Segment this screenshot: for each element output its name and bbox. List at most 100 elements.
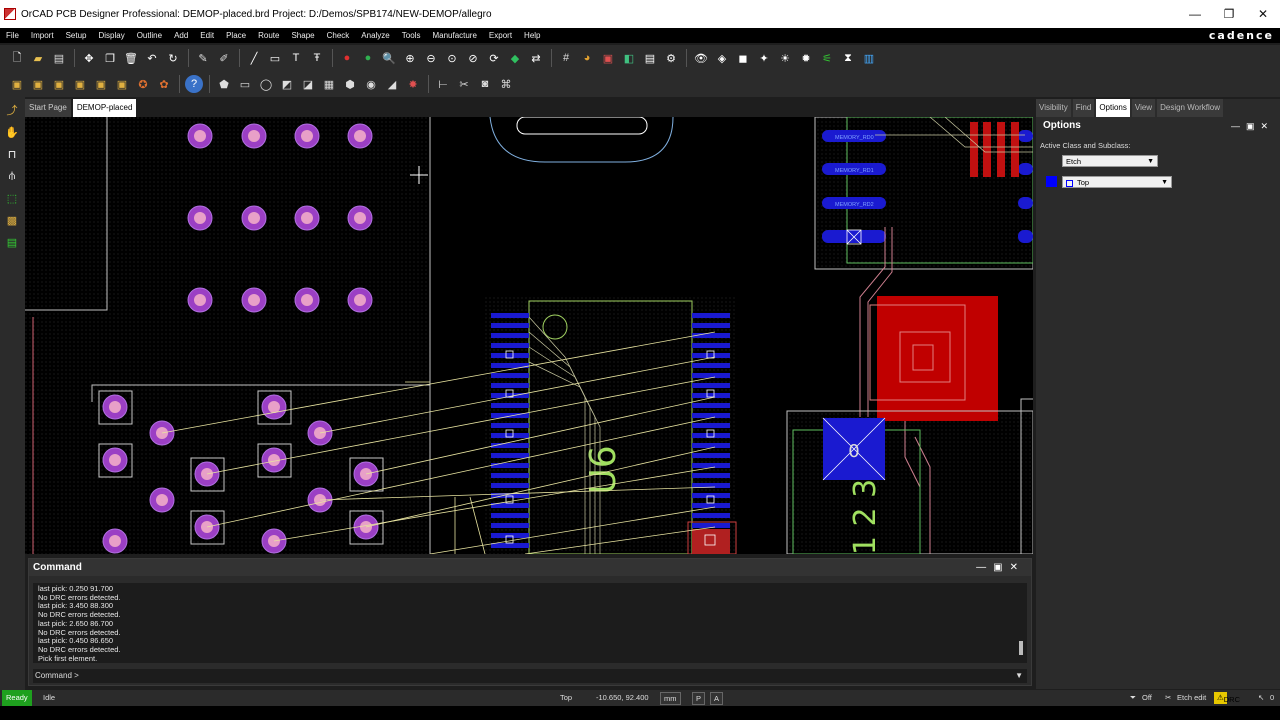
minimize-button[interactable]: — [1178, 0, 1212, 28]
snapshot-icon[interactable]: ◙ [476, 75, 494, 93]
class-select[interactable]: Etch ▼ [1062, 155, 1158, 167]
trim-icon[interactable]: ✂ [455, 75, 473, 93]
zoom-in-icon[interactable]: ⊕ [401, 49, 419, 67]
zoom-out-icon[interactable]: ⊖ [422, 49, 440, 67]
menu-export[interactable]: Export [483, 28, 518, 43]
menu-analyze[interactable]: Analyze [355, 28, 395, 43]
shape-params-icon[interactable]: ✸ [404, 75, 422, 93]
unpin-icon[interactable]: ✐ [215, 49, 233, 67]
shape-rect-icon[interactable]: ▭ [236, 75, 254, 93]
swap-icon[interactable]: ▣ [50, 75, 68, 93]
delay-tune-icon[interactable]: ⊓ [3, 145, 21, 163]
stop-icon[interactable]: ● [338, 49, 356, 67]
zoom-world-icon[interactable]: ⊙ [443, 49, 461, 67]
grid-icon[interactable]: # [557, 49, 575, 67]
zoom-prev-icon[interactable]: ⊘ [464, 49, 482, 67]
move-icon[interactable]: ✥ [80, 49, 98, 67]
align-icon[interactable]: ▣ [92, 75, 110, 93]
shape-circle-icon[interactable]: ◯ [257, 75, 275, 93]
menu-file[interactable]: File [0, 28, 25, 43]
ecad-icon[interactable]: ✪ [134, 75, 152, 93]
board-drawing[interactable]: U6 MEMORY_RD0 MEMORY_RD1 MEMORY_RD2 0 1 … [25, 117, 1033, 554]
net-icon[interactable]: ⚟ [818, 49, 836, 67]
filter-status[interactable]: Off [1142, 690, 1152, 706]
bundle-icon[interactable]: ⬚ [3, 189, 21, 207]
settings-icon[interactable]: ⚙ [662, 49, 680, 67]
dehighlight-icon[interactable]: ✦ [755, 49, 773, 67]
tab-find[interactable]: Find [1072, 99, 1095, 117]
save-icon[interactable]: ▤ [50, 49, 68, 67]
copy-icon[interactable]: ❐ [101, 49, 119, 67]
menu-manufacture[interactable]: Manufacture [426, 28, 482, 43]
units-display[interactable]: mm [660, 692, 681, 705]
3d-view-icon[interactable]: ◆ [506, 49, 524, 67]
menu-import[interactable]: Import [25, 28, 60, 43]
highlight-icon[interactable]: ◈ [713, 49, 731, 67]
zoom-fit-icon[interactable]: 🔍 [380, 49, 398, 67]
mirror-icon[interactable]: ▣ [113, 75, 131, 93]
edit-text-icon[interactable]: Ŧ [308, 49, 326, 67]
shape-void-icon[interactable]: ⬢ [341, 75, 359, 93]
menu-tools[interactable]: Tools [396, 28, 427, 43]
menu-check[interactable]: Check [321, 28, 356, 43]
red-component[interactable] [869, 296, 998, 421]
route-icon[interactable]: ⤴ [3, 101, 21, 119]
shape-delete-icon[interactable]: ◉ [362, 75, 380, 93]
shape-add-icon[interactable]: ⬟ [215, 75, 233, 93]
tab-view[interactable]: View [1131, 99, 1156, 117]
add-line-icon[interactable]: ╱ [245, 49, 263, 67]
measure-icon[interactable]: ▥ [860, 49, 878, 67]
assign-color-icon[interactable]: ◼ [734, 49, 752, 67]
panel-controls[interactable]: —▣✕ [976, 559, 1025, 576]
compose-icon[interactable]: ✿ [155, 75, 173, 93]
help-icon[interactable]: ? [185, 75, 203, 93]
flip-icon[interactable]: ⇄ [527, 49, 545, 67]
menu-route[interactable]: Route [252, 28, 285, 43]
place-icon[interactable]: ▣ [29, 75, 47, 93]
add-text-icon[interactable]: T [287, 49, 305, 67]
menu-outline[interactable]: Outline [131, 28, 168, 43]
chevron-down-icon[interactable]: ▼ [1015, 669, 1023, 683]
redo-icon[interactable]: ↻ [164, 49, 182, 67]
pcb-canvas[interactable]: U6 MEMORY_RD0 MEMORY_RD1 MEMORY_RD2 0 1 … [25, 117, 1033, 554]
tab-visibility[interactable]: Visibility [1036, 99, 1071, 117]
a-toggle[interactable]: A [710, 692, 724, 705]
shadow-icon[interactable]: ▣ [599, 49, 617, 67]
tab-demop-placed[interactable]: DEMOP-placed [72, 99, 137, 117]
pin-icon[interactable]: ✎ [194, 49, 212, 67]
chip-icon[interactable]: ▩ [3, 211, 21, 229]
open-folder-icon[interactable]: ▰ [29, 49, 47, 67]
slide-icon[interactable]: ✋ [3, 123, 21, 141]
shape-edit-icon[interactable]: ◪ [299, 75, 317, 93]
delete-icon[interactable]: 🗑 [122, 49, 140, 67]
shape-merge-icon[interactable]: ▦ [320, 75, 338, 93]
subclass-color-swatch[interactable] [1046, 176, 1057, 187]
hourglass-icon[interactable]: ⧗ [839, 49, 857, 67]
shape-island-icon[interactable]: ◢ [383, 75, 401, 93]
options-panel-controls[interactable]: —▣✕ [1231, 117, 1274, 135]
menu-add[interactable]: Add [168, 28, 194, 43]
cmd-icon[interactable]: ⌘ [497, 75, 515, 93]
maximize-button[interactable]: ❐ [1212, 0, 1246, 28]
p-toggle[interactable]: P [692, 692, 706, 705]
log-scrollbar[interactable] [1019, 641, 1023, 655]
undo-icon[interactable]: ↶ [143, 49, 161, 67]
etch-edit-mode[interactable]: Etch edit [1177, 690, 1206, 706]
close-button[interactable]: ✕ [1246, 0, 1280, 28]
visibility-icon[interactable]: 👁 [692, 49, 710, 67]
sun-icon[interactable]: ✹ [797, 49, 815, 67]
tab-design-workflow[interactable]: Design Workflow [1157, 99, 1223, 117]
menu-help[interactable]: Help [518, 28, 546, 43]
shield-icon[interactable]: ▤ [3, 233, 21, 251]
dimension-icon[interactable]: ⊢ [434, 75, 452, 93]
redraw-icon[interactable]: ⟳ [485, 49, 503, 67]
place-manual-icon[interactable]: ▣ [8, 75, 26, 93]
menu-setup[interactable]: Setup [60, 28, 93, 43]
shape-select-icon[interactable]: ◩ [278, 75, 296, 93]
subclass-select[interactable]: Top ▼ [1062, 176, 1172, 188]
tab-start-page[interactable]: Start Page [25, 99, 71, 117]
command-input[interactable]: Command > ▼ [33, 669, 1027, 683]
add-rect-icon[interactable]: ▭ [266, 49, 284, 67]
light-icon[interactable]: ☀ [776, 49, 794, 67]
color-icon[interactable]: ◕ [578, 49, 596, 67]
